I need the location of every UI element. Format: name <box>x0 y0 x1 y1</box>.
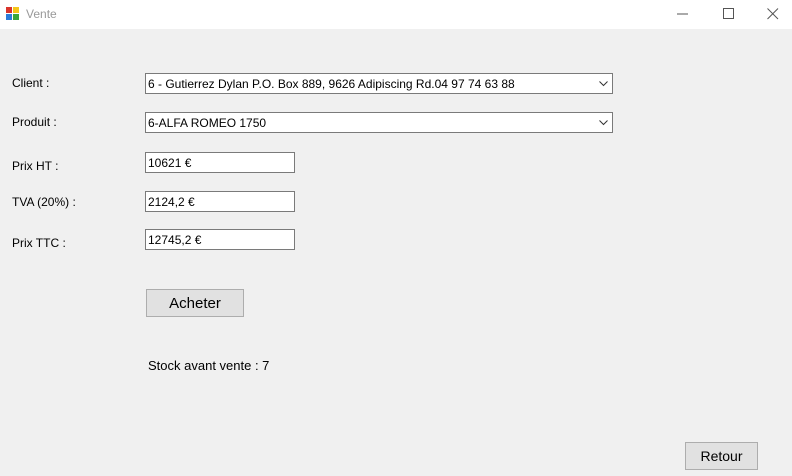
prix-ht-field[interactable] <box>145 152 295 173</box>
maximize-button[interactable] <box>706 0 752 29</box>
minimize-icon <box>677 13 688 15</box>
client-select[interactable]: 6 - Gutierrez Dylan P.O. Box 889, 9626 A… <box>145 73 613 94</box>
chevron-down-icon <box>599 81 608 87</box>
client-label: Client : <box>12 76 50 90</box>
chevron-down-icon <box>599 120 608 126</box>
prix-ttc-label: Prix TTC : <box>12 236 66 250</box>
tva-field[interactable] <box>145 191 295 212</box>
stock-status: Stock avant vente : 7 <box>148 358 270 373</box>
minimize-button[interactable] <box>660 0 706 29</box>
produit-select[interactable]: 6-ALFA ROMEO 1750 <box>145 112 613 133</box>
maximize-icon <box>723 8 734 19</box>
close-button[interactable] <box>750 0 792 29</box>
app-icon <box>6 7 19 20</box>
window-title: Vente <box>26 7 57 21</box>
title-bar[interactable]: Vente <box>0 0 792 29</box>
tva-label: TVA (20%) : <box>12 195 76 209</box>
prix-ht-label: Prix HT : <box>12 159 59 173</box>
close-icon <box>767 8 779 20</box>
prix-ttc-field[interactable] <box>145 229 295 250</box>
produit-label: Produit : <box>12 115 57 129</box>
acheter-button[interactable]: Acheter <box>146 289 244 317</box>
produit-select-value: 6-ALFA ROMEO 1750 <box>148 116 267 130</box>
retour-button[interactable]: Retour <box>685 442 758 470</box>
client-select-value: 6 - Gutierrez Dylan P.O. Box 889, 9626 A… <box>148 77 515 91</box>
